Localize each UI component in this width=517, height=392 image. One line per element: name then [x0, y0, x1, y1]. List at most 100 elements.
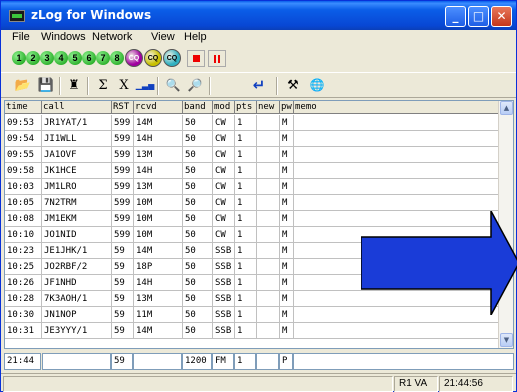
cell-rst: 59	[112, 243, 134, 259]
cell-new	[257, 211, 280, 227]
cell-band: 50	[183, 147, 213, 163]
main-toolbar: 📂 💾 ♜ Σ X ▁▃▅ 🔍 🔎 ↵ ⚒ 🌐	[1, 72, 516, 98]
entry-rst-field[interactable]: 59	[111, 353, 133, 370]
cell-rst: 599	[112, 115, 134, 131]
col-header-memo[interactable]: memo	[294, 101, 499, 114]
cell-time: 09:58	[5, 163, 42, 179]
cell-call: JM1EKM	[42, 211, 112, 227]
cw-message-1-button[interactable]: 1	[12, 51, 26, 65]
col-header-call[interactable]: call	[42, 101, 112, 114]
cell-mod: CW	[213, 131, 235, 147]
tools-icon[interactable]: ⚒	[283, 76, 303, 95]
col-header-new[interactable]: new	[257, 101, 280, 114]
entry-pwr-field[interactable]: P	[279, 353, 293, 370]
cw-message-6-button[interactable]: 6	[82, 51, 96, 65]
table-row[interactable]: 09:55 JA1OVF 599 13M 50 CW 1 M	[5, 147, 499, 163]
cell-new	[257, 163, 280, 179]
entry-rcvd-field[interactable]	[133, 353, 182, 370]
cell-rst: 59	[112, 291, 134, 307]
enter-arrow-icon[interactable]: ↵	[249, 76, 269, 95]
cell-rcvd: 10M	[134, 227, 183, 243]
multiply-icon[interactable]: X	[114, 76, 134, 95]
minimize-button[interactable]: _	[445, 6, 466, 27]
cell-call: JE1JHK/1	[42, 243, 112, 259]
col-header-rst[interactable]: RST	[112, 101, 134, 114]
entry-pts-field[interactable]: 1	[234, 353, 256, 370]
cell-time: 10:28	[5, 291, 42, 307]
globe-icon[interactable]: 🌐	[307, 76, 327, 95]
entry-call-field[interactable]	[42, 353, 111, 370]
stop-button[interactable]	[187, 50, 205, 67]
cell-pts: 1	[235, 275, 257, 291]
entry-new-field[interactable]	[256, 353, 279, 370]
cell-band: 50	[183, 323, 213, 339]
cell-time: 10:26	[5, 275, 42, 291]
cell-memo	[294, 131, 499, 147]
cell-rcvd: 14H	[134, 275, 183, 291]
save-icon[interactable]: 💾	[36, 76, 56, 95]
cell-pwr: M	[280, 147, 294, 163]
cell-call: 7K3AOH/1	[42, 291, 112, 307]
cell-pwr: M	[280, 115, 294, 131]
cell-rcvd: 13M	[134, 179, 183, 195]
pause-icon-bar	[218, 55, 220, 63]
col-header-band[interactable]: band	[183, 101, 213, 114]
cell-pts: 1	[235, 179, 257, 195]
col-header-mod[interactable]: mod	[213, 101, 235, 114]
table-row[interactable]: 09:54 JI1WLL 599 14H 50 CW 1 M	[5, 131, 499, 147]
col-header-rcvd[interactable]: rcvd	[134, 101, 183, 114]
menu-help[interactable]: Help	[184, 31, 207, 43]
cq-button-3[interactable]: CQ	[163, 49, 181, 67]
close-button[interactable]: ✕	[491, 6, 512, 27]
menu-network[interactable]: Network	[92, 31, 132, 43]
cell-pts: 1	[235, 259, 257, 275]
menu-windows[interactable]: Windows	[41, 31, 86, 43]
menu-file[interactable]: File	[12, 31, 30, 43]
scroll-down-button[interactable]: ▼	[500, 333, 513, 347]
cell-pts: 1	[235, 291, 257, 307]
table-row[interactable]: 09:58 JK1HCE 599 14H 50 CW 1 M	[5, 163, 499, 179]
cq-button-2[interactable]: CQ	[144, 49, 162, 67]
cw-message-5-button[interactable]: 5	[68, 51, 82, 65]
table-row[interactable]: 10:03 JM1LRO 599 13M 50 CW 1 M	[5, 179, 499, 195]
cell-rcvd: 14M	[134, 115, 183, 131]
cell-mod: CW	[213, 211, 235, 227]
col-header-pts[interactable]: pts	[235, 101, 257, 114]
cw-message-4-button[interactable]: 4	[54, 51, 68, 65]
cell-mod: SSB	[213, 243, 235, 259]
cell-rst: 599	[112, 211, 134, 227]
toolbar-separator	[276, 77, 278, 95]
cell-new	[257, 227, 280, 243]
app-icon	[9, 10, 25, 22]
cw-message-2-button[interactable]: 2	[26, 51, 40, 65]
cell-call: JR1YAT/1	[42, 115, 112, 131]
pause-button[interactable]	[208, 50, 226, 67]
menu-view[interactable]: View	[151, 31, 175, 43]
status-bar: R1 VA 21:44:56	[1, 373, 516, 392]
col-header-time[interactable]: time	[5, 101, 42, 114]
col-header-pwr[interactable]: pwr	[280, 101, 294, 114]
table-row[interactable]: 09:53 JR1YAT/1 599 14M 50 CW 1 M	[5, 115, 499, 131]
entry-time-field[interactable]: 21:44	[4, 353, 41, 370]
cw-message-7-button[interactable]: 7	[96, 51, 110, 65]
zoom-out-icon[interactable]: 🔎	[185, 76, 205, 95]
cw-message-3-button[interactable]: 3	[40, 51, 54, 65]
entry-mode-field[interactable]: FM	[212, 353, 234, 370]
cell-band: 50	[183, 291, 213, 307]
cell-rst: 599	[112, 195, 134, 211]
sum-icon[interactable]: Σ	[93, 76, 113, 95]
chart-icon[interactable]: ▁▃▅	[135, 76, 155, 95]
table-row[interactable]: 10:05 7N2TRM 599 10M 50 CW 1 M	[5, 195, 499, 211]
maximize-button[interactable]: □	[468, 6, 489, 27]
title-bar[interactable]: zLog for Windows _ □ ✕	[1, 1, 516, 30]
person-icon[interactable]: ♜	[64, 76, 84, 95]
open-icon[interactable]: 📂	[13, 76, 33, 95]
entry-memo-field[interactable]	[293, 353, 514, 370]
cell-call: JE3YYY/1	[42, 323, 112, 339]
scroll-up-button[interactable]: ▲	[500, 101, 513, 115]
entry-band-field[interactable]: 1200	[182, 353, 212, 370]
zoom-in-icon[interactable]: 🔍	[163, 76, 183, 95]
table-row[interactable]: 10:31 JE3YYY/1 59 14M 50 SSB 1 M	[5, 323, 499, 339]
cw-message-8-button[interactable]: 8	[110, 51, 124, 65]
cq-button-1[interactable]: CQ	[125, 49, 143, 67]
